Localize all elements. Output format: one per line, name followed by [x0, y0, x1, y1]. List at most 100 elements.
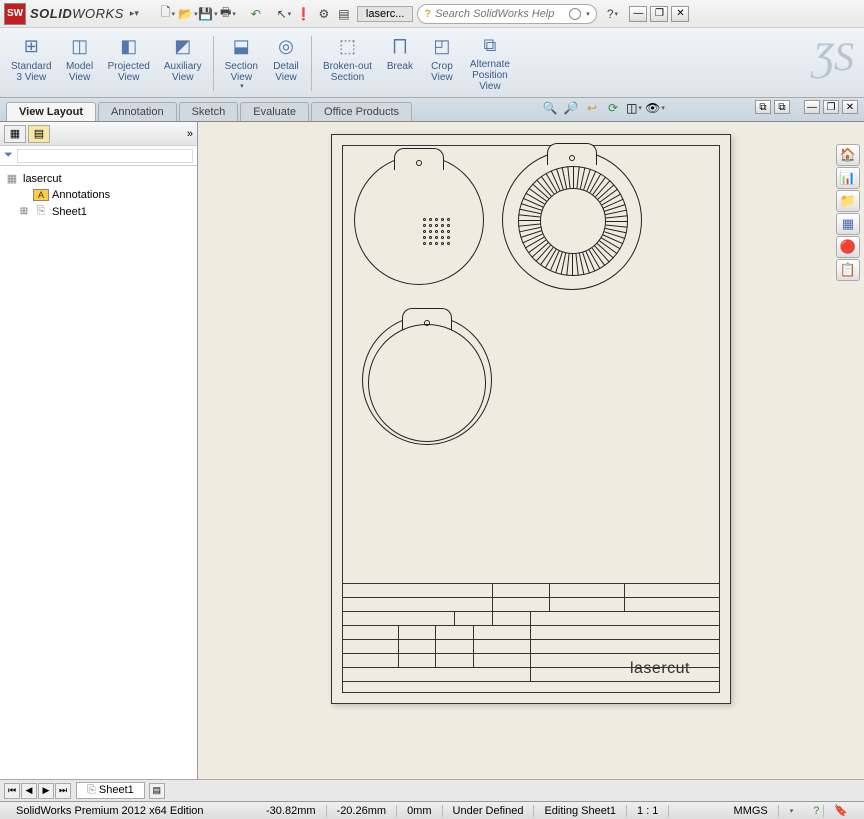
tab-office-products[interactable]: Office Products [311, 102, 412, 121]
radial-dial [518, 166, 628, 276]
previous-view-button[interactable]: ↩ [583, 99, 601, 117]
feature-manager-tab[interactable]: ▦ [4, 125, 26, 143]
design-library-button[interactable]: 📊 [836, 167, 860, 189]
properties-button[interactable]: ▤ [335, 5, 353, 23]
sheet-first-button[interactable]: ⏮ [4, 783, 20, 799]
custom-properties-button[interactable]: 📋 [836, 259, 860, 281]
search-input[interactable] [435, 8, 565, 20]
save-button[interactable]: 💾▾ [199, 5, 217, 23]
filter-bar: ⏷ [0, 146, 197, 166]
doc-minimize-button[interactable]: — [804, 100, 820, 114]
help-button[interactable]: ?▾ [603, 5, 621, 23]
drawing-icon: ▦ [4, 172, 20, 185]
new-file-button[interactable]: 🗋▾ [159, 5, 177, 23]
crop-view-button[interactable]: ◰ CropView [421, 30, 463, 97]
property-manager-tab[interactable]: ▤ [28, 125, 50, 143]
doc-restore-button[interactable]: ❐ [823, 100, 839, 114]
standard-3view-button[interactable]: ⊞ Standard3 View [4, 30, 59, 97]
task-pane: 🏠 📊 📁 ▦ 🔴 📋 [836, 144, 862, 281]
title-block: lasercut [342, 583, 720, 693]
feature-manager-panel: ▦ ▤ » ⏷ ▦ lasercut A Annotations ⊞ ⎘ She… [0, 122, 198, 779]
manager-tabs: ▦ ▤ » [0, 122, 197, 146]
restore-button[interactable]: ❐ [650, 6, 668, 22]
part-disc-2[interactable] [502, 150, 642, 290]
appearances-button[interactable]: 🔴 [836, 236, 860, 258]
model-view-button[interactable]: ◫ ModelView [59, 30, 101, 97]
drawing-sheet: lasercut [331, 134, 731, 704]
add-sheet-button[interactable]: ▤ [149, 783, 165, 799]
sheet-prev-button[interactable]: ◀ [21, 783, 37, 799]
heads-up-view-toolbar: 🔍 🔎 ↩ ⟳ ◫▾ 👁▾ [541, 99, 664, 117]
status-units[interactable]: MMGS [724, 805, 779, 817]
document-tab[interactable]: laserc... [357, 6, 414, 22]
zoom-area-button[interactable]: 🔎 [562, 99, 580, 117]
sheet-next-button[interactable]: ▶ [38, 783, 54, 799]
doc-panel-2[interactable]: ⧉ [774, 100, 790, 114]
resources-button[interactable]: 🏠 [836, 144, 860, 166]
tree-root-lasercut[interactable]: ▦ lasercut [4, 170, 193, 187]
broken-out-section-button[interactable]: ⬚ Broken-outSection [316, 30, 379, 97]
zoom-fit-button[interactable]: 🔍 [541, 99, 559, 117]
sheet-tab-sheet1[interactable]: ⎘ Sheet1 [76, 782, 145, 799]
doc-close-button[interactable]: ✕ [842, 100, 858, 114]
part-disc-3[interactable] [362, 315, 492, 445]
commandmanager-tabs: View Layout Annotation Sketch Evaluate O… [0, 98, 864, 122]
ribbon-separator [311, 36, 312, 91]
hide-show-button[interactable]: 👁▾ [646, 99, 664, 117]
break-button[interactable]: ⨅ Break [379, 30, 421, 97]
auxiliary-view-icon: ◩ [169, 35, 197, 59]
document-window-controls: ⧉ ⧉ — ❐ ✕ [755, 100, 858, 114]
sheet-last-button[interactable]: ⏭ [55, 783, 71, 799]
status-tag-icon[interactable]: 🔖 [824, 804, 858, 817]
tab-annotation[interactable]: Annotation [98, 102, 177, 121]
print-button[interactable]: 🖶▾ [219, 5, 237, 23]
alternate-position-view-button[interactable]: ⧉ AlternatePositionView [463, 30, 517, 97]
select-button[interactable]: ↖▾ [275, 5, 293, 23]
units-dropdown-icon[interactable]: ▾ [780, 807, 804, 815]
projected-view-button[interactable]: ◧ ProjectedView [101, 30, 157, 97]
options-button[interactable]: ⚙ [315, 5, 333, 23]
tree-root-label: lasercut [23, 173, 62, 185]
collapse-panel-button[interactable]: » [187, 128, 193, 140]
drawing-canvas[interactable]: lasercut [198, 122, 864, 779]
tree-item-label: Sheet1 [52, 206, 87, 218]
status-defined: Under Defined [443, 805, 535, 817]
status-x: -30.82mm [256, 805, 327, 817]
main-menu-dropdown[interactable]: ▸▾ [130, 8, 139, 19]
status-scale: 1 : 1 [627, 805, 669, 817]
ribbon-commandmanager: ⊞ Standard3 View ◫ ModelView ◧ Projected… [0, 28, 864, 98]
minimize-button[interactable]: — [629, 6, 647, 22]
auxiliary-view-button[interactable]: ◩ AuxiliaryView [157, 30, 209, 97]
search-icon[interactable] [569, 8, 581, 20]
section-view-button[interactable]: ⬓ SectionView ▾ [218, 30, 265, 97]
section-view-icon: ⬓ [227, 35, 255, 59]
undo-button[interactable]: ↶ [247, 5, 265, 23]
view-palette-button[interactable]: ▦ [836, 213, 860, 235]
tree-item-sheet1[interactable]: ⊞ ⎘ Sheet1 [4, 203, 193, 220]
status-help-icon[interactable]: ? [803, 805, 824, 817]
filter-icon[interactable]: ⏷ [4, 149, 13, 162]
display-style-button[interactable]: ◫▾ [625, 99, 643, 117]
tab-sketch[interactable]: Sketch [179, 102, 239, 121]
tab-evaluate[interactable]: Evaluate [240, 102, 309, 121]
section-view-toggle[interactable]: ⟳ [604, 99, 622, 117]
filter-input[interactable] [17, 149, 193, 163]
doc-panel-1[interactable]: ⧉ [755, 100, 771, 114]
chevron-down-icon: ▾ [240, 83, 244, 91]
inner-ring [368, 324, 486, 442]
sheet-tab-label: Sheet1 [99, 784, 134, 796]
part-disc-1[interactable] [354, 155, 484, 285]
search-dropdown-icon[interactable]: ▾ [586, 10, 590, 18]
rebuild-button[interactable]: ❗ [295, 5, 313, 23]
tree-item-label: Annotations [52, 189, 110, 201]
open-file-button[interactable]: 📂▾ [179, 5, 197, 23]
close-button[interactable]: ✕ [671, 6, 689, 22]
file-explorer-button[interactable]: 📁 [836, 190, 860, 212]
detail-view-button[interactable]: ◎ DetailView [265, 30, 307, 97]
ribbon-separator [213, 36, 214, 91]
tree-item-annotations[interactable]: A Annotations [4, 187, 193, 203]
tab-view-layout[interactable]: View Layout [6, 102, 96, 121]
title-bar: SW SOLIDWORKS ▸▾ 🗋▾ 📂▾ 💾▾ 🖶▾ ↶ ↖▾ ❗ ⚙ ▤ … [0, 0, 864, 28]
help-search[interactable]: ? ▾ [417, 4, 597, 24]
expand-icon[interactable]: ⊞ [18, 206, 30, 217]
